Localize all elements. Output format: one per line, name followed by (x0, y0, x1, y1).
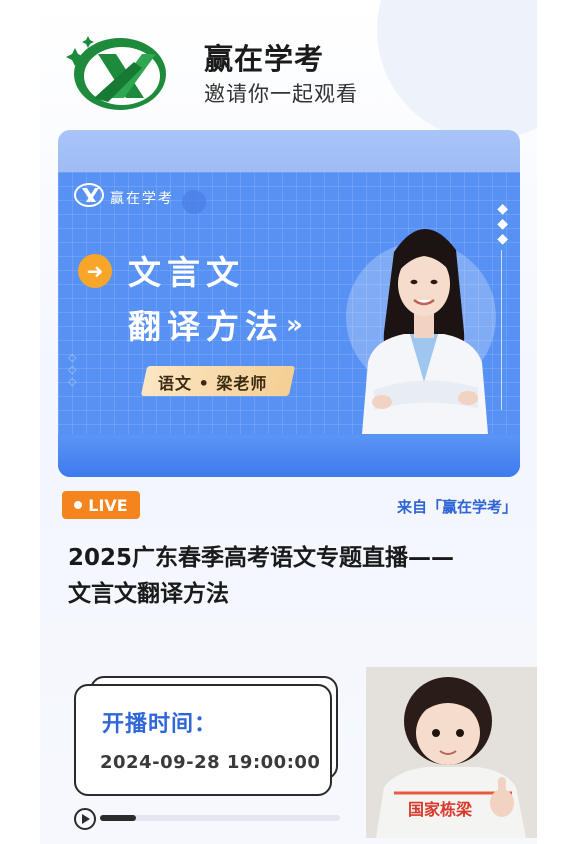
source-label: 来自「赢在学考」 (396, 498, 517, 516)
banner-divider (501, 250, 502, 410)
arrow-right-icon: ➜ (78, 254, 112, 288)
banner-bottom-strip (58, 435, 520, 477)
schedule-card (74, 684, 332, 796)
stream-title-line1: 2025广东春季高考语文专题直播—— (68, 545, 455, 571)
progress-bar[interactable] (100, 815, 340, 821)
live-badge: LIVE (62, 491, 140, 519)
diamond-outline-decoration-icon: ◇ ◇ ◇ (68, 351, 77, 388)
live-badge-label: LIVE (88, 495, 128, 515)
banner-title-line1: 文言文 (128, 253, 245, 292)
stream-title-line2: 文言文翻译方法 (68, 581, 229, 607)
progress-fill (100, 815, 136, 821)
share-card: 赢在学考 邀请你一起观看 赢在学考 ◆ ◆ ◆ ◇ ◇ ◇ ➜ 文言文 翻译方法 » 语… (40, 0, 537, 844)
brand-header: 赢在学考 邀请你一起观看 (64, 28, 464, 114)
brand-logo-icon (66, 36, 166, 110)
shirt-text: 国家栋梁 (408, 800, 473, 819)
schedule-time: 2024-09-28 19:00:00 (100, 752, 321, 773)
child-photo: 国家栋梁 (366, 667, 537, 838)
banner-title-line2: 翻译方法 (128, 307, 284, 346)
live-dot-icon (74, 501, 83, 509)
diamond-decoration-icon: ◆ ◆ ◆ (497, 201, 508, 247)
pip-video[interactable]: 国家栋梁 (366, 667, 537, 838)
teacher-photo (362, 228, 488, 434)
invite-subtitle: 邀请你一起观看 (204, 82, 358, 106)
banner-logo-icon (74, 183, 104, 207)
course-banner[interactable]: 赢在学考 ◆ ◆ ◆ ◇ ◇ ◇ ➜ 文言文 翻译方法 » 语文 • 梁老师 (58, 130, 520, 477)
stream-title: 2025广东春季高考语文专题直播—— 文言文翻译方法 (68, 540, 508, 612)
banner-logo-text: 赢在学考 (110, 191, 174, 207)
play-icon[interactable] (74, 808, 96, 830)
teacher-tag: 语文 • 梁老师 (158, 374, 268, 393)
banner-dot-decoration (182, 190, 206, 214)
double-chevron-icon: » (286, 310, 303, 340)
brand-title: 赢在学考 (204, 42, 325, 76)
schedule-label: 开播时间： (102, 712, 218, 737)
